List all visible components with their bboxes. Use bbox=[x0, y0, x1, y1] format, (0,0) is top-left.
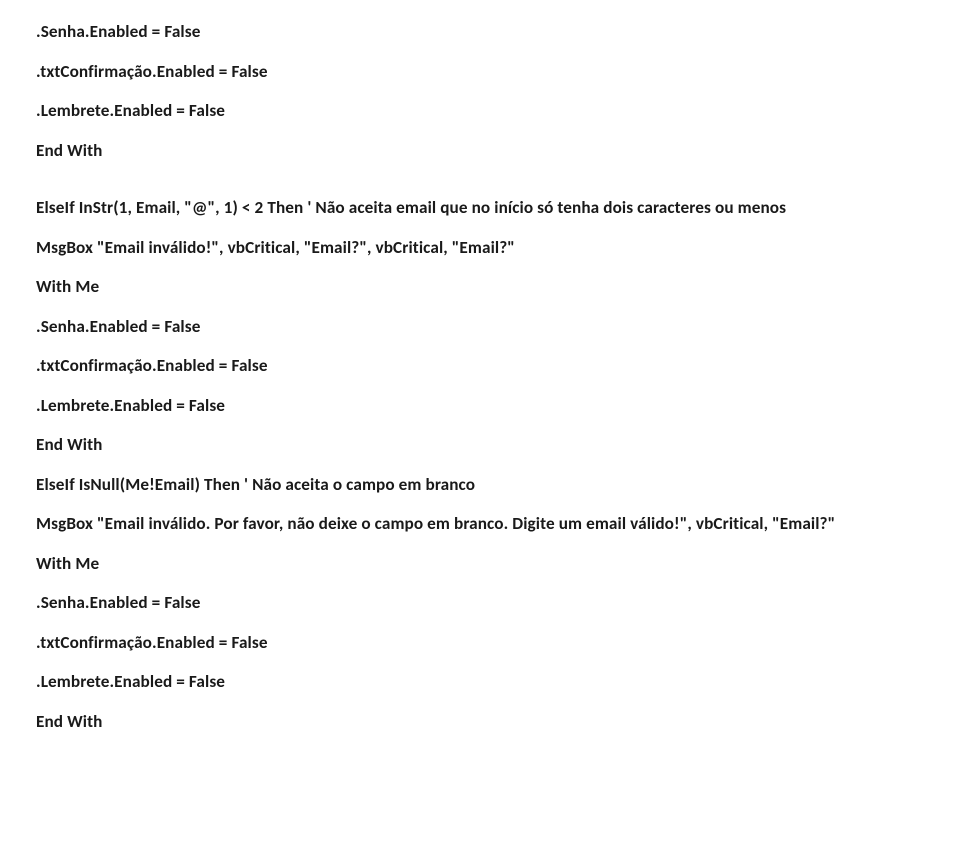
code-line: .Senha.Enabled = False bbox=[36, 12, 924, 52]
code-line: .Senha.Enabled = False bbox=[36, 583, 924, 623]
code-line: With Me bbox=[36, 267, 924, 307]
document-page: .Senha.Enabled = False .txtConfirmação.E… bbox=[0, 0, 960, 771]
code-line: .txtConfirmação.Enabled = False bbox=[36, 623, 924, 663]
code-line: .txtConfirmação.Enabled = False bbox=[36, 346, 924, 386]
code-line: .txtConfirmação.Enabled = False bbox=[36, 52, 924, 92]
code-line: End With bbox=[36, 131, 924, 171]
code-line: ElseIf InStr(1, Email, "@", 1) < 2 Then … bbox=[36, 188, 924, 228]
code-line: ElseIf IsNull(Me!Email) Then ' Não aceit… bbox=[36, 465, 924, 505]
code-line: MsgBox "Email inválido!", vbCritical, "E… bbox=[36, 228, 924, 268]
code-line: End With bbox=[36, 702, 924, 742]
code-line: .Lembrete.Enabled = False bbox=[36, 91, 924, 131]
code-line: .Senha.Enabled = False bbox=[36, 307, 924, 347]
code-line: .Lembrete.Enabled = False bbox=[36, 386, 924, 426]
code-line: End With bbox=[36, 425, 924, 465]
blank-line bbox=[36, 170, 924, 188]
code-line: MsgBox "Email inválido. Por favor, não d… bbox=[36, 504, 924, 544]
code-line: .Lembrete.Enabled = False bbox=[36, 662, 924, 702]
code-line: With Me bbox=[36, 544, 924, 584]
